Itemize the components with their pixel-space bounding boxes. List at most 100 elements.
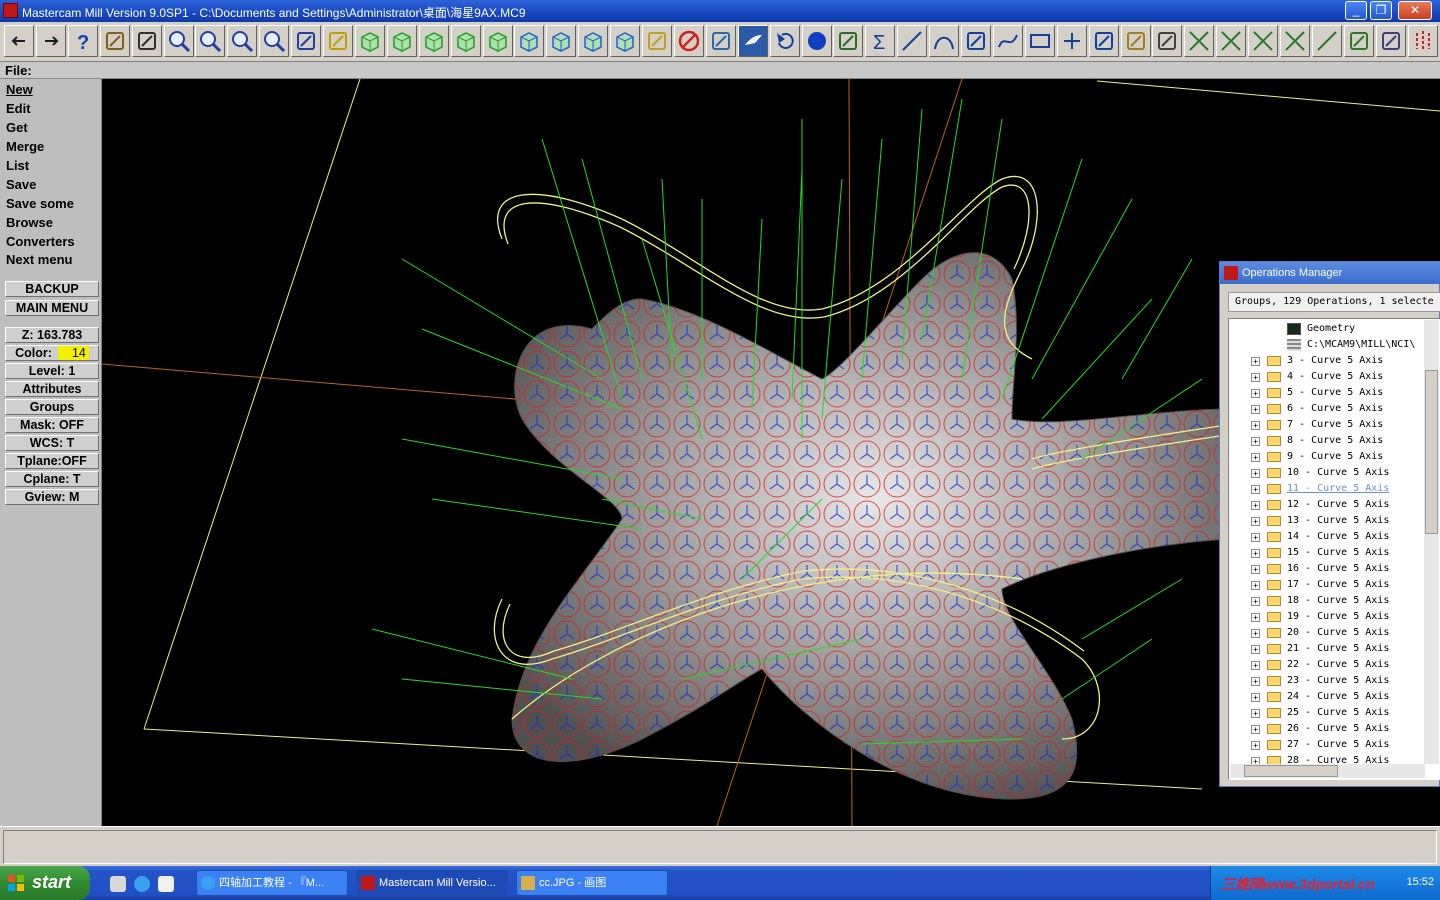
operation-row[interactable]: +6 - Curve 5 Axis <box>1229 401 1429 417</box>
expand-icon[interactable]: + <box>1251 645 1260 654</box>
menu-item-merge[interactable]: Merge <box>6 139 44 154</box>
tree-horizontal-scrollbar[interactable] <box>1230 764 1425 778</box>
zoom-button[interactable] <box>163 25 194 57</box>
operation-row[interactable]: +14 - Curve 5 Axis <box>1229 529 1429 545</box>
expand-icon[interactable]: + <box>1251 357 1260 366</box>
expand-icon[interactable]: + <box>1251 565 1260 574</box>
menu-item-converters[interactable]: Converters <box>6 234 75 249</box>
menu-item-new[interactable]: New <box>6 82 33 97</box>
operation-row[interactable]: +17 - Curve 5 Axis <box>1229 577 1429 593</box>
rectangle-button[interactable] <box>1024 25 1055 57</box>
view-cube-4-button[interactable] <box>610 25 641 57</box>
operation-row[interactable]: +9 - Curve 5 Axis <box>1229 449 1429 465</box>
expand-icon[interactable]: + <box>1251 629 1260 638</box>
operations-manager-window[interactable]: Operations Manager Groups, 129 Operation… <box>1219 261 1440 787</box>
operation-row[interactable]: +10 - Curve 5 Axis <box>1229 465 1429 481</box>
backup-button[interactable]: BACKUP <box>5 281 99 297</box>
operation-row[interactable]: +26 - Curve 5 Axis <box>1229 721 1429 737</box>
menu-item-save-some[interactable]: Save some <box>6 196 74 211</box>
ie-quicklaunch-icon[interactable] <box>134 876 150 892</box>
expand-icon[interactable]: + <box>1251 453 1260 462</box>
menu-item-get[interactable]: Get <box>6 120 28 135</box>
operation-row[interactable]: +5 - Curve 5 Axis <box>1229 385 1429 401</box>
operation-row[interactable]: +27 - Curve 5 Axis <box>1229 737 1429 753</box>
dimension-button[interactable] <box>1152 25 1183 57</box>
expand-icon[interactable]: + <box>1251 709 1260 718</box>
diagonal-button[interactable] <box>1311 25 1342 57</box>
point-button[interactable] <box>1056 25 1087 57</box>
expand-icon[interactable]: + <box>1251 437 1260 446</box>
line-button[interactable] <box>897 25 928 57</box>
expand-icon[interactable]: + <box>1251 421 1260 430</box>
expand-icon[interactable]: + <box>1251 549 1260 558</box>
tree-vertical-scrollbar[interactable] <box>1424 320 1439 764</box>
wcs-button[interactable]: WCS: T <box>5 435 99 451</box>
calculator-button[interactable] <box>99 25 130 57</box>
operation-row[interactable]: +18 - Curve 5 Axis <box>1229 593 1429 609</box>
expand-icon[interactable]: + <box>1251 581 1260 590</box>
expand-icon[interactable]: + <box>1251 725 1260 734</box>
pointer-help-button[interactable] <box>131 25 162 57</box>
operation-row[interactable]: +20 - Curve 5 Axis <box>1229 625 1429 641</box>
menu-item-list[interactable]: List <box>6 158 29 173</box>
task-paint[interactable]: cc.JPG - 画图 <box>516 870 668 896</box>
expand-icon[interactable]: + <box>1251 485 1260 494</box>
help-button[interactable]: ? <box>67 25 98 57</box>
view-front-button[interactable] <box>418 25 449 57</box>
menu-item-next-menu[interactable]: Next menu <box>6 252 72 267</box>
trim-button[interactable] <box>961 25 991 57</box>
expand-icon[interactable]: + <box>1251 389 1260 398</box>
main-menu-button[interactable]: MAIN MENU <box>5 300 99 316</box>
view-cube-1-button[interactable] <box>514 25 545 57</box>
expand-icon[interactable]: + <box>1251 373 1260 382</box>
color-button[interactable]: Color: 14 <box>5 345 99 361</box>
operation-row[interactable]: +15 - Curve 5 Axis <box>1229 545 1429 561</box>
expand-icon[interactable]: + <box>1251 501 1260 510</box>
operation-row[interactable]: +3 - Curve 5 Axis <box>1229 353 1429 369</box>
tree-geometry[interactable]: Geometry <box>1229 321 1429 337</box>
operation-row[interactable]: +13 - Curve 5 Axis <box>1229 513 1429 529</box>
view-iso-button[interactable] <box>354 25 385 57</box>
expand-icon[interactable]: + <box>1251 517 1260 526</box>
cross-2-button[interactable] <box>1216 25 1247 57</box>
operation-row[interactable]: +21 - Curve 5 Axis <box>1229 641 1429 657</box>
tree-nci-path[interactable]: C:\MCAM9\MILL\NCI\ <box>1229 337 1429 353</box>
minimize-button[interactable]: _ <box>1345 1 1367 20</box>
operations-manager-titlebar[interactable]: Operations Manager <box>1220 262 1440 284</box>
operation-row[interactable]: +23 - Curve 5 Axis <box>1229 673 1429 689</box>
cross-4-button[interactable] <box>1280 25 1310 57</box>
view-cube-3-button[interactable] <box>578 25 609 57</box>
view-top-button[interactable] <box>386 25 417 57</box>
mastercam-logo-button[interactable] <box>737 25 768 57</box>
close-button[interactable]: ✕ <box>1398 1 1432 20</box>
view-cube-2-button[interactable] <box>546 25 577 57</box>
expand-icon[interactable]: + <box>1251 597 1260 606</box>
task-mastercam[interactable]: Mastercam Mill Versio... <box>356 870 508 896</box>
cross-1-button[interactable] <box>1184 25 1215 57</box>
cross-3-button[interactable] <box>1248 25 1279 57</box>
menu-item-browse[interactable]: Browse <box>6 215 53 230</box>
expand-icon[interactable]: + <box>1251 533 1260 542</box>
attributes-button[interactable]: Attributes <box>5 381 99 397</box>
mirror-button[interactable] <box>1407 25 1438 57</box>
select-window-button[interactable] <box>323 25 353 57</box>
view-side-button[interactable] <box>450 25 481 57</box>
operation-row[interactable]: +24 - Curve 5 Axis <box>1229 689 1429 705</box>
operation-row[interactable]: +12 - Curve 5 Axis <box>1229 497 1429 513</box>
show-desktop-icon[interactable] <box>110 876 126 892</box>
forward-arrow-button[interactable] <box>35 25 66 57</box>
notepad-quicklaunch-icon[interactable] <box>158 876 174 892</box>
operation-row[interactable]: +19 - Curve 5 Axis <box>1229 609 1429 625</box>
operation-row[interactable]: +7 - Curve 5 Axis <box>1229 417 1429 433</box>
toolpath-button[interactable] <box>705 25 736 57</box>
mask-button[interactable]: Mask: OFF <box>5 417 99 433</box>
operation-row[interactable]: +16 - Curve 5 Axis <box>1229 561 1429 577</box>
operation-row[interactable]: +4 - Curve 5 Axis <box>1229 369 1429 385</box>
eraser-button[interactable] <box>1375 25 1406 57</box>
sphere-button[interactable] <box>801 25 832 57</box>
operation-row[interactable]: +22 - Curve 5 Axis <box>1229 657 1429 673</box>
start-button[interactable]: start <box>0 866 90 900</box>
expand-icon[interactable]: + <box>1251 469 1260 478</box>
menu-item-save[interactable]: Save <box>6 177 36 192</box>
operation-row[interactable]: +8 - Curve 5 Axis <box>1229 433 1429 449</box>
